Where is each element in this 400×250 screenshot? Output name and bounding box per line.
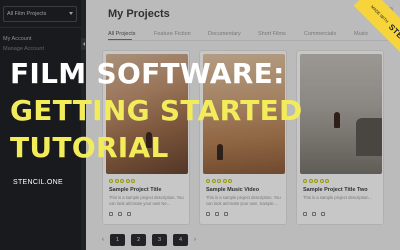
brand-label: STENCIL.ONE bbox=[13, 179, 63, 186]
ribbon-made-with: MADE WITH bbox=[369, 4, 390, 24]
headline-line-1: FILM SOFTWARE: bbox=[10, 57, 285, 90]
headline-line-3: TUTORIAL bbox=[10, 131, 169, 164]
headline-line-2: GETTING STARTED bbox=[10, 94, 303, 127]
